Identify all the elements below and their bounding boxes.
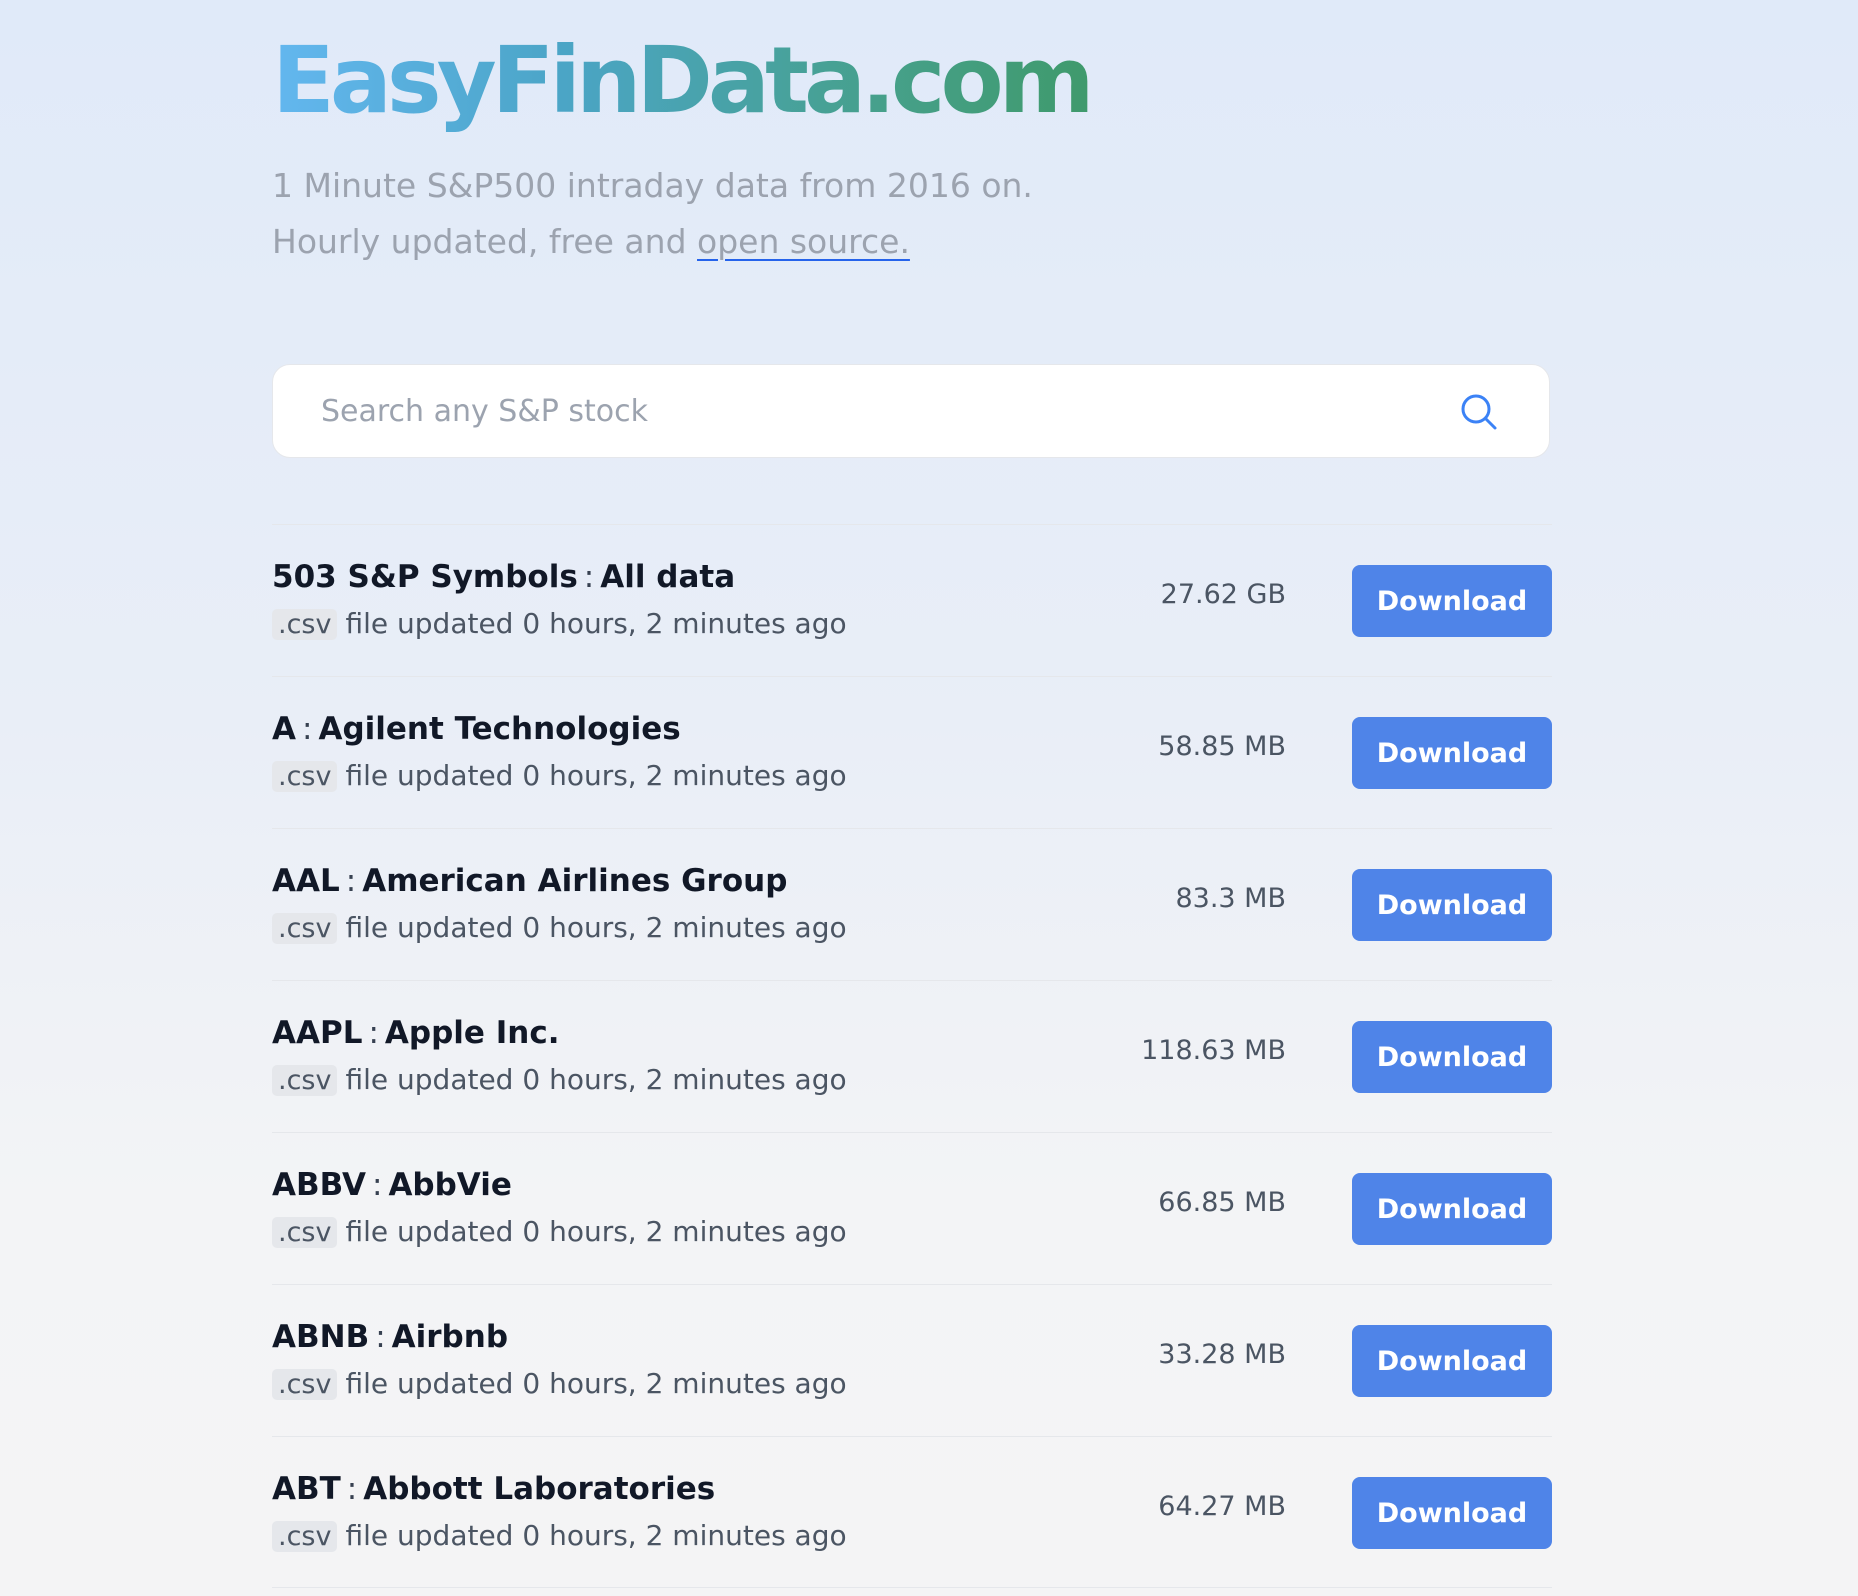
- file-extension-badge: .csv: [272, 1369, 338, 1400]
- item-company-name: Airbnb: [391, 1319, 509, 1355]
- item-title: A: Agilent Technologies: [272, 711, 681, 747]
- item-symbol: ABNB: [272, 1319, 370, 1355]
- item-meta: .csv file updated 0 hours, 2 minutes ago: [272, 1215, 847, 1248]
- item-file-size: 27.62 GB: [1160, 579, 1286, 610]
- item-symbol: A: [272, 711, 296, 747]
- item-separator: :: [346, 1471, 358, 1507]
- item-file-size: 64.27 MB: [1158, 1491, 1286, 1522]
- item-updated-text: file updated 0 hours, 2 minutes ago: [345, 1215, 847, 1248]
- search-input[interactable]: [321, 365, 1421, 457]
- file-extension-badge: .csv: [272, 913, 338, 944]
- file-extension-badge: .csv: [272, 1521, 338, 1552]
- item-title: AAPL: Apple Inc.: [272, 1015, 560, 1051]
- item-symbol: 503 S&P Symbols: [272, 559, 578, 595]
- download-button[interactable]: Download: [1352, 1325, 1552, 1397]
- item-symbol: ABBV: [272, 1167, 366, 1203]
- tagline-line-1: 1 Minute S&P500 intraday data from 2016 …: [272, 166, 1033, 205]
- item-separator: :: [583, 559, 595, 595]
- item-updated-text: file updated 0 hours, 2 minutes ago: [345, 607, 847, 640]
- item-meta: .csv file updated 0 hours, 2 minutes ago: [272, 1063, 847, 1096]
- file-extension-badge: .csv: [272, 609, 338, 640]
- list-item: AAL: American Airlines Group .csv file upd…: [272, 828, 1552, 980]
- list-item: AAPL: Apple Inc. .csv file updated 0 hours…: [272, 980, 1552, 1132]
- download-button[interactable]: Download: [1352, 717, 1552, 789]
- file-extension-badge: .csv: [272, 1065, 338, 1096]
- list-item: ABNB: Airbnb .csv file updated 0 hours, 2 …: [272, 1284, 1552, 1436]
- item-meta: .csv file updated 0 hours, 2 minutes ago: [272, 1367, 847, 1400]
- site-logo[interactable]: EasyFinData.com: [272, 26, 1095, 136]
- item-file-size: 118.63 MB: [1141, 1035, 1286, 1066]
- item-meta: .csv file updated 0 hours, 2 minutes ago: [272, 759, 847, 792]
- item-company-name: Abbott Laboratories: [363, 1471, 716, 1507]
- item-title: AAL: American Airlines Group: [272, 863, 787, 899]
- item-updated-text: file updated 0 hours, 2 minutes ago: [345, 1519, 847, 1552]
- list-item: ABBV: AbbVie .csv file updated 0 hours, 2 …: [272, 1132, 1552, 1284]
- item-updated-text: file updated 0 hours, 2 minutes ago: [345, 1367, 847, 1400]
- download-button[interactable]: Download: [1352, 1477, 1552, 1549]
- file-extension-badge: .csv: [272, 1217, 338, 1248]
- list-item: A: Agilent Technologies .csv file updated …: [272, 676, 1552, 828]
- item-separator: :: [345, 863, 357, 899]
- download-button[interactable]: Download: [1352, 1173, 1552, 1245]
- item-symbol: AAPL: [272, 1015, 363, 1051]
- search-icon[interactable]: [1459, 392, 1499, 432]
- item-company-name: American Airlines Group: [362, 863, 788, 899]
- item-updated-text: file updated 0 hours, 2 minutes ago: [345, 1063, 847, 1096]
- item-meta: .csv file updated 0 hours, 2 minutes ago: [272, 1519, 847, 1552]
- open-source-link[interactable]: open source.: [697, 222, 910, 261]
- item-file-size: 33.28 MB: [1158, 1339, 1286, 1370]
- download-button[interactable]: Download: [1352, 565, 1552, 637]
- item-title: ABNB: Airbnb: [272, 1319, 508, 1355]
- download-button[interactable]: Download: [1352, 869, 1552, 941]
- item-company-name: All data: [600, 559, 736, 595]
- item-file-size: 66.85 MB: [1158, 1187, 1286, 1218]
- item-separator: :: [371, 1167, 383, 1203]
- item-company-name: AbbVie: [388, 1167, 512, 1203]
- item-company-name: Apple Inc.: [384, 1015, 560, 1051]
- file-list: 503 S&P Symbols: All data .csv file update…: [272, 524, 1552, 1588]
- list-item: ABT: Abbott Laboratories .csv file updated…: [272, 1436, 1552, 1588]
- item-separator: :: [375, 1319, 386, 1355]
- tagline: 1 Minute S&P500 intraday data from 2016 …: [272, 158, 1033, 270]
- item-meta: .csv file updated 0 hours, 2 minutes ago: [272, 607, 847, 640]
- item-file-size: 58.85 MB: [1158, 731, 1286, 762]
- search-bar: [272, 364, 1550, 458]
- item-title: 503 S&P Symbols: All data: [272, 559, 735, 595]
- tagline-line-2-prefix: Hourly updated, free and: [272, 222, 698, 261]
- item-symbol: AAL: [272, 863, 340, 899]
- item-updated-text: file updated 0 hours, 2 minutes ago: [345, 911, 847, 944]
- item-symbol: ABT: [272, 1471, 341, 1507]
- item-title: ABBV: AbbVie: [272, 1167, 512, 1203]
- item-separator: :: [302, 711, 313, 747]
- item-meta: .csv file updated 0 hours, 2 minutes ago: [272, 911, 847, 944]
- item-file-size: 83.3 MB: [1175, 883, 1286, 914]
- item-updated-text: file updated 0 hours, 2 minutes ago: [345, 759, 847, 792]
- file-extension-badge: .csv: [272, 761, 338, 792]
- item-title: ABT: Abbott Laboratories: [272, 1471, 715, 1507]
- item-company-name: Agilent Technologies: [318, 711, 681, 747]
- item-separator: :: [368, 1015, 379, 1051]
- download-button[interactable]: Download: [1352, 1021, 1552, 1093]
- list-item: 503 S&P Symbols: All data .csv file update…: [272, 524, 1552, 676]
